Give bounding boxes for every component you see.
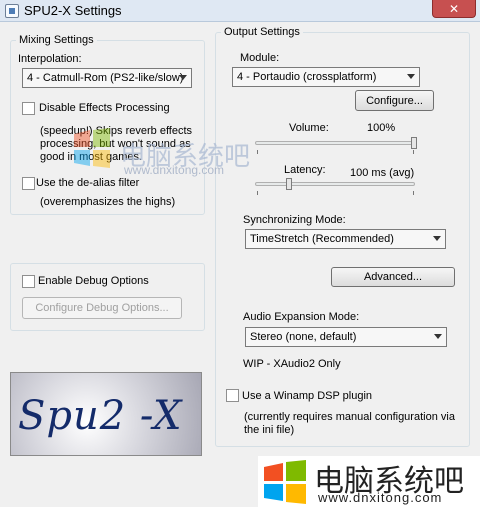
output-settings-label: Output Settings xyxy=(221,26,303,38)
chevron-down-icon xyxy=(433,236,441,241)
disable-effects-label[interactable]: Disable Effects Processing xyxy=(39,102,170,114)
volume-slider-track[interactable] xyxy=(255,141,415,145)
wip-text: WIP - XAudio2 Only xyxy=(243,358,341,370)
interpolation-select[interactable]: 4 - Catmull-Rom (PS2-like/slow) xyxy=(22,68,192,88)
configure-debug-button[interactable]: Configure Debug Options... xyxy=(22,297,182,319)
latency-tick-max xyxy=(413,191,414,195)
dealias-desc: (overemphasizes the highs) xyxy=(40,196,176,208)
window-title: SPU2-X Settings xyxy=(24,3,122,18)
watermark-url-faint: www.dnxitong.com xyxy=(124,163,225,177)
close-icon: ✕ xyxy=(448,1,460,16)
close-button[interactable]: ✕ xyxy=(432,0,476,18)
volume-tick-min xyxy=(257,150,258,154)
dealias-checkbox[interactable] xyxy=(22,177,35,190)
sync-mode-select[interactable]: TimeStretch (Recommended) xyxy=(245,229,446,249)
interpolation-label: Interpolation: xyxy=(18,53,82,65)
sync-mode-value: TimeStretch (Recommended) xyxy=(250,233,394,245)
latency-value: 100 ms (avg) xyxy=(350,167,415,179)
chevron-down-icon xyxy=(179,75,187,80)
expansion-mode-value: Stereo (none, default) xyxy=(250,331,357,343)
expansion-mode-select[interactable]: Stereo (none, default) xyxy=(245,327,447,347)
watermark-banner-url: www.dnxitong.com xyxy=(318,490,443,505)
expansion-mode-label: Audio Expansion Mode: xyxy=(243,311,360,323)
chevron-down-icon xyxy=(407,74,415,79)
latency-tick-min xyxy=(257,191,258,195)
volume-value: 100% xyxy=(367,122,396,134)
watermark-windows-logo xyxy=(262,460,308,504)
watermark-windows-logo-faint xyxy=(72,128,112,168)
latency-slider-track[interactable] xyxy=(255,182,415,186)
sync-mode-label: Synchronizing Mode: xyxy=(243,214,346,226)
module-select[interactable]: 4 - Portaudio (crossplatform) xyxy=(232,67,420,87)
dealias-label[interactable]: Use the de-alias filter xyxy=(36,177,139,189)
app-icon xyxy=(5,4,19,18)
chevron-down-icon xyxy=(434,334,442,339)
latency-slider-thumb[interactable] xyxy=(286,178,293,190)
advanced-button[interactable]: Advanced... xyxy=(331,267,455,287)
enable-debug-label[interactable]: Enable Debug Options xyxy=(38,275,149,287)
volume-slider-thumb[interactable] xyxy=(411,137,417,149)
module-value: 4 - Portaudio (crossplatform) xyxy=(237,71,377,83)
volume-label: Volume: xyxy=(289,122,329,134)
winamp-label[interactable]: Use a Winamp DSP plugin xyxy=(242,390,372,402)
logo-text: Spu2 -X xyxy=(18,393,183,439)
winamp-desc-line-2: the ini file) xyxy=(244,424,295,436)
winamp-desc-line-1: (currently requires manual configuration… xyxy=(244,411,455,423)
volume-tick-max xyxy=(413,150,414,154)
latency-label: Latency: xyxy=(284,164,326,176)
winamp-checkbox[interactable] xyxy=(226,389,239,402)
interpolation-value: 4 - Catmull-Rom (PS2-like/slow) xyxy=(27,72,184,84)
disable-effects-checkbox[interactable] xyxy=(22,102,35,115)
enable-debug-checkbox[interactable] xyxy=(22,275,35,288)
mixing-settings-label: Mixing Settings xyxy=(16,34,97,46)
module-label: Module: xyxy=(240,52,280,64)
configure-module-button[interactable]: Configure... xyxy=(355,90,434,111)
